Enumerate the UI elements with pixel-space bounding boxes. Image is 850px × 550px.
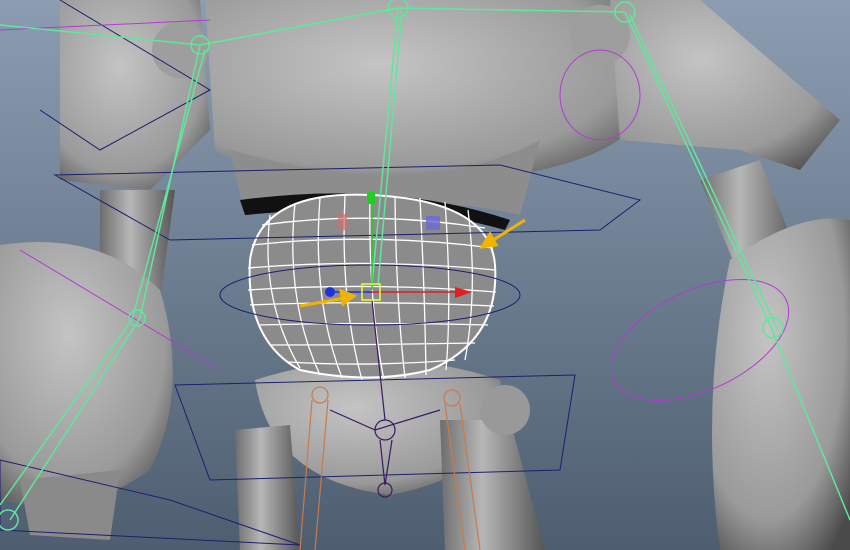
- left-thigh-mesh[interactable]: [235, 425, 300, 550]
- manip-z-handle[interactable]: [325, 287, 335, 297]
- manip-plane-xy[interactable]: [426, 216, 440, 230]
- manip-plane-yz[interactable]: [338, 214, 347, 230]
- right-forearm-mesh[interactable]: [712, 218, 850, 550]
- manip-y-handle[interactable]: [367, 192, 375, 204]
- hip-joint-mesh: [480, 385, 530, 435]
- 3d-viewport[interactable]: [0, 0, 850, 550]
- viewport-canvas[interactable]: [0, 0, 850, 550]
